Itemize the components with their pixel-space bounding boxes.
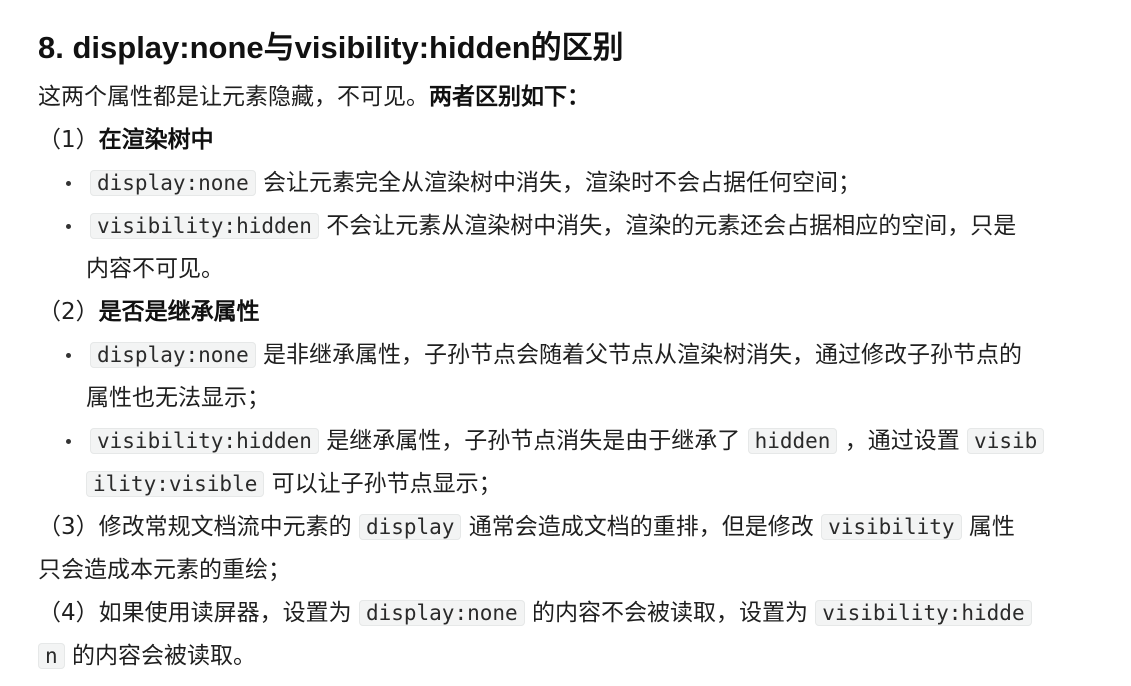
bullet-dot: [66, 353, 71, 358]
section-number: （2）: [38, 299, 99, 325]
inline-code: display: [358, 514, 462, 540]
section-heading-text: 在渲染树中: [98, 127, 214, 153]
intro-text: 这两个属性都是让元素隐藏，不可见。: [38, 84, 429, 110]
inline-code: visibility:hidden: [90, 428, 319, 454]
inline-code: visib: [967, 428, 1045, 454]
paragraph-continuation: n 的内容会被读取。: [38, 639, 256, 673]
section-4-paragraph: （4）如果使用读屏器，设置为 display:none 的内容不会被读取，设置为…: [38, 596, 1032, 630]
list-item-text: 是非继承属性，子孙节点会随着父节点从渲染树消失，通过修改子孙节点的: [255, 342, 1023, 368]
section-1-heading: （1）在渲染树中: [38, 123, 214, 157]
intro-bold: 两者区别如下：: [429, 84, 590, 110]
bullet-dot: [66, 181, 71, 186]
inline-code: ility:visible: [86, 471, 265, 497]
list-item: visibility:hidden 是继承属性，子孙节点消失是由于继承了 hid…: [90, 424, 1045, 458]
inline-code: visibility:hidden: [90, 213, 319, 239]
list-item-continuation: 内容不可见。: [86, 256, 224, 282]
section-number: （3）: [38, 514, 99, 540]
paragraph-text: 属性: [961, 514, 1015, 540]
list-item-text: ，通过设置: [837, 428, 968, 454]
section-3-paragraph: （3）修改常规文档流中元素的 display 通常会造成文档的重排，但是修改 v…: [38, 510, 1015, 544]
section-title: 8. display:none与visibility:hidden的区别: [38, 30, 624, 65]
section-number: （1）: [38, 127, 99, 153]
intro-paragraph: 这两个属性都是让元素隐藏，不可见。两者区别如下：: [38, 80, 590, 114]
inline-code: display:none: [90, 170, 256, 196]
list-item-continuation: 属性也无法显示；: [86, 385, 270, 411]
list-item-text: 可以让子孙节点显示；: [264, 471, 502, 497]
list-item-continuation: ility:visible 可以让子孙节点显示；: [86, 467, 502, 501]
paragraph-text: 的内容不会被读取，设置为: [524, 600, 816, 626]
section-number: （4）: [38, 600, 99, 626]
section-2-heading: （2）是否是继承属性: [38, 295, 260, 329]
inline-code: hidden: [747, 428, 838, 454]
list-item: visibility:hidden 不会让元素从渲染树中消失，渲染的元素还会占据…: [90, 209, 1016, 243]
list-item-text: 会让元素完全从渲染树中消失，渲染时不会占据任何空间；: [255, 170, 862, 196]
section-heading-text: 是否是继承属性: [98, 299, 260, 325]
paragraph-text: 通常会造成文档的重排，但是修改: [461, 514, 822, 540]
bullet-dot: [66, 224, 71, 229]
paragraph-text: 如果使用读屏器，设置为: [98, 600, 359, 626]
inline-code: display:none: [90, 342, 256, 368]
inline-code: visibility: [821, 514, 962, 540]
inline-code: display:none: [358, 600, 525, 626]
list-item-text: 不会让元素从渲染树中消失，渲染的元素还会占据相应的空间，只是: [318, 213, 1017, 239]
paragraph-text: 的内容会被读取。: [64, 643, 256, 669]
paragraph-continuation: 只会造成本元素的重绘；: [38, 557, 291, 583]
inline-code: visibility:hidde: [815, 600, 1032, 626]
paragraph-text: 修改常规文档流中元素的: [98, 514, 359, 540]
article: 8. display:none与visibility:hidden的区别 这两个…: [0, 0, 1131, 686]
list-item: display:none 是非继承属性，子孙节点会随着父节点从渲染树消失，通过修…: [90, 338, 1022, 372]
inline-code: n: [38, 643, 65, 669]
bullet-dot: [66, 439, 71, 444]
list-item: display:none 会让元素完全从渲染树中消失，渲染时不会占据任何空间；: [90, 166, 861, 200]
list-item-text: 是继承属性，子孙节点消失是由于继承了: [318, 428, 748, 454]
